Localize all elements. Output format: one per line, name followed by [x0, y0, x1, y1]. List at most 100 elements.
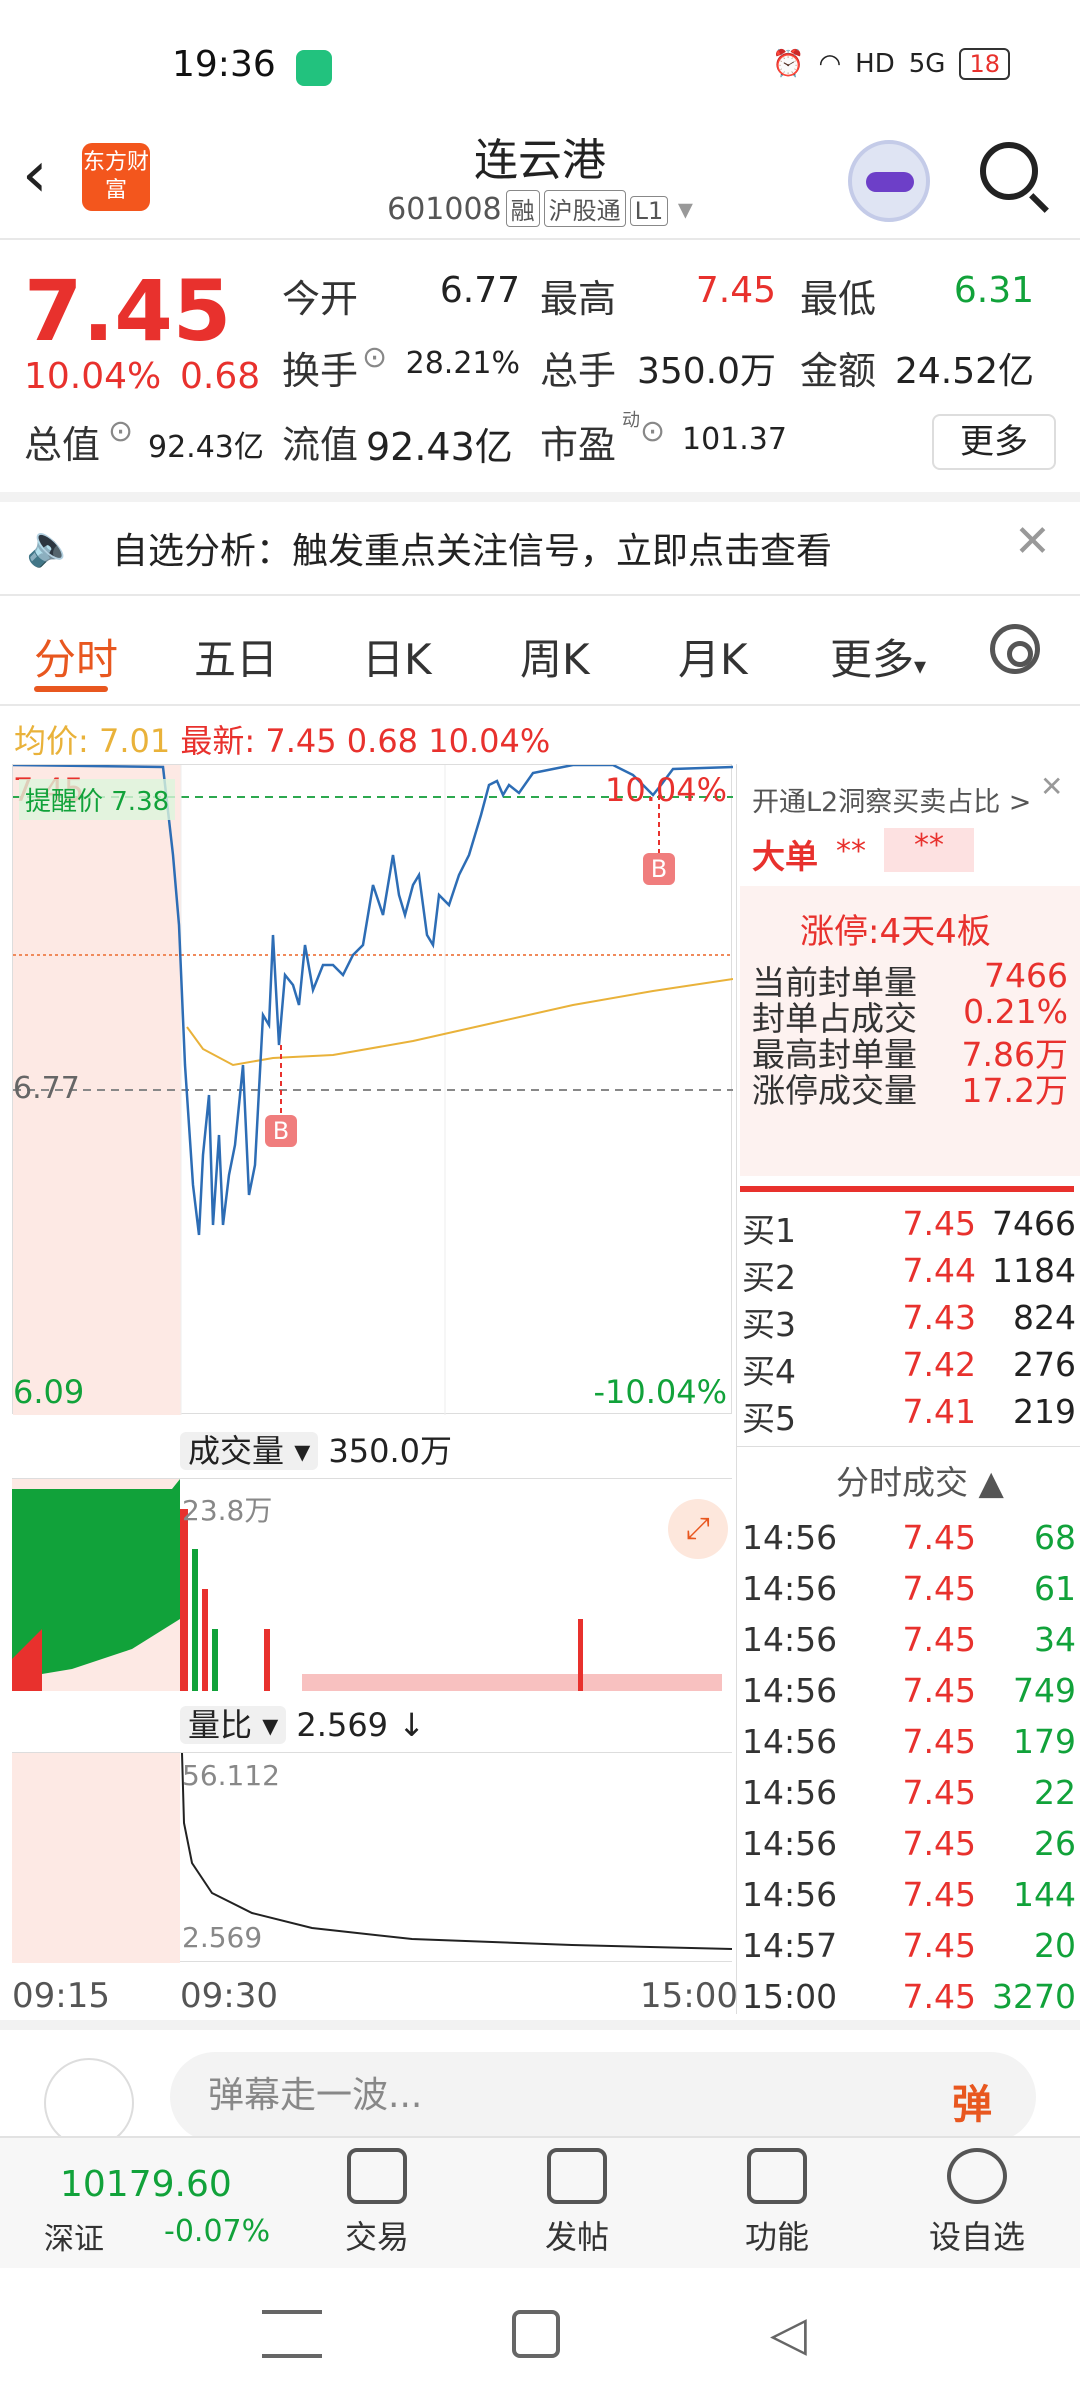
menu-nav-icon[interactable]: [262, 2310, 322, 2358]
bid-price[interactable]: 7.43: [880, 1298, 976, 1337]
index-name[interactable]: 深证: [44, 2214, 104, 2258]
ticks-title[interactable]: 分时成交 ▲: [836, 1456, 1004, 1504]
danmu-input[interactable]: 弹幕走一波...: [170, 2052, 1036, 2142]
open-label: 今开: [282, 277, 359, 321]
tick-price: 7.45: [902, 1773, 976, 1812]
current-price: 7.45: [24, 262, 232, 360]
mktcap-label: 总值: [24, 423, 101, 467]
function-button[interactable]: 功能: [712, 2148, 842, 2258]
info-icon[interactable]: ⊙: [640, 414, 665, 449]
volume-bars-svg: [12, 1479, 722, 1691]
tab-more[interactable]: 更多▾: [830, 626, 926, 687]
volume-dropdown[interactable]: 成交量 ▾: [180, 1432, 319, 1470]
home-nav-icon[interactable]: [512, 2310, 560, 2358]
buy-marker[interactable]: B: [643, 853, 675, 885]
volume-header[interactable]: 成交量 ▾ 350.0万: [180, 1426, 452, 1472]
buy-marker[interactable]: B: [265, 1115, 297, 1147]
bid-price[interactable]: 7.45: [880, 1204, 976, 1243]
limit-row-value: 17.2万: [961, 1071, 1068, 1110]
bid-volume: 219: [1013, 1392, 1076, 1431]
back-nav-icon[interactable]: ◁: [770, 2310, 830, 2358]
info-icon[interactable]: ⊙: [108, 414, 133, 449]
bid-level-label[interactable]: 买2: [742, 1251, 796, 1299]
pe-label: 市盈: [540, 423, 617, 467]
limit-label: 涨停:: [800, 912, 880, 952]
signal-icon: 5G: [908, 49, 946, 79]
change-value: 0.68: [180, 356, 261, 397]
tick-time: 14:56: [742, 1620, 838, 1659]
change-pct: 10.04%: [24, 356, 162, 397]
ratio-dropdown-label: 量比: [188, 1706, 253, 1744]
close-icon[interactable]: ✕: [1040, 770, 1063, 803]
tab-monthly-k[interactable]: 月K: [678, 626, 748, 687]
danmu-settings-icon[interactable]: [44, 2058, 134, 2148]
l2-promo-link[interactable]: 开通L2洞察买卖占比 >: [752, 780, 1031, 819]
ratio-chart[interactable]: 56.112 2.569: [12, 1752, 732, 1963]
tab-intraday[interactable]: 分时: [34, 626, 118, 687]
more-button[interactable]: 更多: [932, 414, 1056, 470]
tick-price: 7.45: [902, 1569, 976, 1608]
bid-price[interactable]: 7.41: [880, 1392, 976, 1431]
time-label-open: 09:15: [12, 1976, 110, 2016]
tab-weekly-k[interactable]: 周K: [520, 626, 590, 687]
bid-price[interactable]: 7.44: [880, 1251, 976, 1290]
alert-text[interactable]: 自选分析：触发重点关注信号，立即点击查看: [112, 522, 832, 574]
post-button[interactable]: 发帖: [512, 2148, 642, 2258]
tab-daily-k[interactable]: 日K: [362, 626, 432, 687]
pe-sup: 动: [622, 410, 640, 431]
prev-close-label: 6.77: [13, 1071, 80, 1106]
tick-time: 15:00: [742, 1977, 838, 2016]
bid-price[interactable]: 7.42: [880, 1345, 976, 1384]
pe-value: 101.37: [682, 422, 787, 457]
tick-price: 7.45: [902, 1926, 976, 1965]
info-icon[interactable]: ⊙: [362, 340, 387, 375]
turnover-label: 换手: [282, 349, 359, 393]
index-value[interactable]: 10179.60: [60, 2164, 232, 2205]
turnover-value: 28.21%: [405, 346, 520, 381]
trade-label: 交易: [344, 2218, 409, 2256]
grid-icon: [747, 2148, 807, 2204]
intraday-chart[interactable]: 7.45 提醒价 7.38 10.04% 6.77 6.09 -10.04% B…: [12, 764, 733, 1415]
trade-button[interactable]: 交易: [312, 2148, 442, 2258]
avg-label: 均价:: [14, 722, 89, 760]
avg-value: 7.01: [98, 722, 171, 760]
float-label: 流值: [282, 423, 359, 467]
wifi-icon: ◠: [818, 49, 842, 79]
top-pct-label: 10.04%: [604, 771, 727, 809]
status-icons: ⏰ ◠ HD 5G 18: [772, 48, 1010, 80]
search-icon[interactable]: [980, 142, 1038, 200]
close-icon[interactable]: ✕: [1014, 516, 1051, 567]
expand-icon[interactable]: ⤢: [668, 1499, 728, 1559]
low-label: 最低: [800, 277, 877, 321]
tab-5day[interactable]: 五日: [194, 626, 278, 687]
tick-time: 14:56: [742, 1569, 838, 1608]
tick-volume: 749: [1013, 1671, 1076, 1710]
divider: [740, 1186, 1074, 1192]
edit-icon: [547, 2148, 607, 2204]
bid-level-label[interactable]: 买5: [742, 1392, 796, 1440]
amount-value: 24.52亿: [894, 351, 1034, 392]
high-label: 最高: [540, 277, 617, 321]
amount-label: 金额: [800, 349, 877, 393]
bid-level-label[interactable]: 买3: [742, 1298, 796, 1346]
notification-icon: [296, 50, 332, 86]
tick-volume: 26: [1034, 1824, 1076, 1863]
bid-level-label[interactable]: 买1: [742, 1204, 796, 1252]
robot-assistant-icon[interactable]: [848, 140, 930, 222]
latest-label: 最新:: [180, 722, 256, 760]
bid-level-label[interactable]: 买4: [742, 1345, 796, 1393]
big-order-v1: **: [836, 834, 866, 869]
speaker-icon: 🔈: [26, 523, 76, 569]
ratio-header[interactable]: 量比 ▾ 2.569 ↓: [180, 1700, 425, 1746]
tab-indicator: [34, 686, 108, 692]
ratio-dropdown[interactable]: 量比 ▾: [180, 1706, 287, 1744]
settings-gear-icon[interactable]: [990, 624, 1040, 674]
volume-chart[interactable]: 23.8万 ⤢: [12, 1478, 732, 1691]
danmu-toggle-button[interactable]: 弹: [952, 2072, 992, 2130]
add-watchlist-button[interactable]: 设自选: [912, 2148, 1042, 2258]
dropdown-icon: ▾: [914, 652, 927, 680]
tick-price: 7.45: [902, 1875, 976, 1914]
remind-price-tag[interactable]: 提醒价 7.38: [19, 779, 176, 820]
limit-text: 涨停:4天4板: [800, 904, 991, 953]
index-pct[interactable]: -0.07%: [164, 2214, 270, 2249]
